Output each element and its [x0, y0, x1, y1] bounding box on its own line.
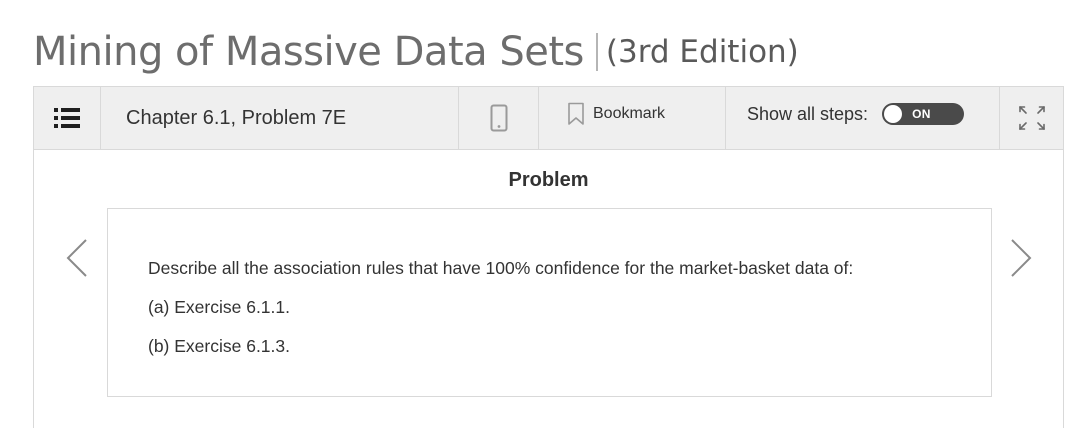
book-title: Mining of Massive Data Sets (3rd Edition… [33, 24, 799, 80]
problem-heading: Problem [508, 169, 589, 191]
expand-icon [1018, 106, 1045, 130]
toggle-state-label: ON [912, 107, 931, 121]
bookmark-icon [568, 102, 584, 125]
bookmark-button[interactable]: Bookmark [539, 87, 726, 149]
problem-statement: Describe all the association rules that … [148, 249, 853, 366]
page: Mining of Massive Data Sets (3rd Edition… [0, 0, 1068, 428]
problem-line-a: (a) Exercise 6.1.1. [148, 297, 290, 317]
show-steps-label: Show all steps: [747, 103, 869, 124]
problem-statement-box: Describe all the association rules that … [107, 208, 992, 397]
chapter-label: Chapter 6.1, Problem 7E [126, 106, 347, 129]
title-divider [595, 33, 598, 71]
table-of-contents-button[interactable] [34, 87, 101, 149]
book-edition: (3rd Edition) [605, 34, 799, 70]
previous-problem-button[interactable] [62, 236, 92, 280]
problem-line-intro: Describe all the association rules that … [148, 258, 854, 278]
show-steps-toggle[interactable]: ON [882, 103, 965, 125]
mobile-phone-icon [490, 104, 507, 132]
fullscreen-button[interactable] [1000, 87, 1063, 149]
chapter-problem-selector[interactable]: Chapter 6.1, Problem 7E [101, 87, 459, 149]
toggle-knob [884, 105, 903, 123]
show-all-steps-control: Show all steps: ON [726, 87, 1000, 149]
next-problem-button[interactable] [1006, 236, 1036, 280]
problem-panel: Problem Describe all the association rul… [33, 150, 1064, 428]
solution-toolbar: Chapter 6.1, Problem 7E Bookmark Show al… [33, 86, 1064, 150]
book-title-text: Mining of Massive Data Sets [33, 29, 584, 75]
mobile-view-button[interactable] [459, 87, 539, 149]
problem-line-b: (b) Exercise 6.1.3. [148, 336, 290, 356]
list-icon [54, 108, 80, 128]
chevron-left-icon [66, 239, 87, 277]
chevron-right-icon [1011, 239, 1032, 277]
bookmark-label: Bookmark [593, 105, 666, 122]
